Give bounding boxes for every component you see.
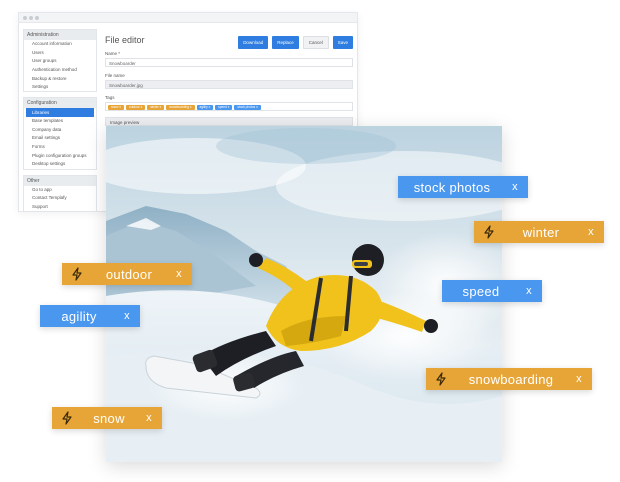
sidebar-item-user-groups[interactable]: User groups (24, 57, 96, 66)
sidebar-group-title: Configuration (24, 98, 96, 109)
sidebar-item-libraries[interactable]: Libraries (26, 108, 94, 118)
remove-tag-icon[interactable]: x (520, 285, 538, 297)
sidebar-item-email-settings[interactable]: Email settings (24, 134, 96, 143)
window-dot (29, 16, 33, 20)
sidebar-item-users[interactable]: Users (24, 49, 96, 58)
tags-label: Tags (105, 95, 115, 100)
window-titlebar (19, 13, 357, 23)
cancel-button[interactable]: Cancel (302, 36, 329, 49)
sidebar-group-administration: Administration Account information Users… (23, 29, 97, 93)
remove-tag-icon[interactable]: x (570, 373, 588, 385)
window-dot (23, 16, 27, 20)
remove-tag-icon[interactable]: x (582, 226, 600, 238)
sidebar-item-base-templates[interactable]: Base templates (24, 117, 96, 126)
tag-chip-outdoor[interactable]: outdoor x (125, 104, 146, 110)
sidebar-item-plugin-configuration-groups[interactable]: Plugin configuration groups (24, 151, 96, 160)
tag-snowboarding: snowboarding x (426, 368, 592, 390)
lightning-icon (56, 411, 78, 425)
tag-label: winter (522, 224, 560, 240)
tag-chip-agility[interactable]: agility x (196, 104, 214, 110)
tag-label: snowboarding (468, 371, 554, 387)
sidebar-item-forms[interactable]: Forms (24, 143, 96, 152)
tag-chip-winter[interactable]: winter x (147, 104, 165, 110)
tag-agility: agility x (40, 305, 140, 327)
sidebar-item-company-data[interactable]: Company data (24, 126, 96, 135)
sidebar-item-go-to-app[interactable]: Go to app (24, 186, 96, 195)
tag-chip-snowboarding[interactable]: snowboarding x (166, 104, 195, 110)
window-dot (35, 16, 39, 20)
sidebar-group-configuration: Configuration Libraries Base templates C… (23, 97, 97, 170)
sidebar-item-desktop-settings[interactable]: Desktop settings (24, 160, 96, 169)
sidebar-item-backup-restore[interactable]: Backup & restore (24, 74, 96, 83)
name-field[interactable]: Snowboarder (105, 58, 353, 67)
sidebar-item-settings[interactable]: Settings (24, 83, 96, 92)
lightning-icon (430, 372, 452, 386)
sidebar-group-title: Other (24, 175, 96, 186)
sidebar-item-contact-templafy[interactable]: Contact Templafy (24, 194, 96, 203)
image-preview-header: Image preview (105, 117, 353, 126)
lightning-icon (478, 225, 500, 239)
sidebar-item-account-information[interactable]: Account information (24, 40, 96, 49)
tag-chip-stock-photos[interactable]: stock photos x (234, 104, 261, 110)
sidebar-item-support[interactable]: Support (24, 203, 96, 212)
replace-button[interactable]: Replace (272, 36, 299, 49)
file-editor: File editor Download Replace Cancel Save… (105, 29, 353, 126)
editor-toolbar: Download Replace Cancel Save (238, 36, 353, 49)
tag-chip-snow[interactable]: snow x (108, 104, 124, 110)
tag-label: snow (93, 410, 125, 426)
tag-speed: speed x (442, 280, 542, 302)
tag-label: outdoor (105, 266, 153, 282)
stage: Administration Account information Users… (0, 0, 620, 482)
tag-label: agility (61, 308, 97, 324)
tag-winter: winter x (474, 221, 604, 243)
remove-tag-icon[interactable]: x (140, 412, 158, 424)
filename-field: Snowboarder.jpg (105, 80, 353, 89)
sidebar-item-authentication-method[interactable]: Authentication method (24, 66, 96, 75)
name-label: Name * (105, 51, 121, 56)
remove-tag-icon[interactable]: x (170, 268, 188, 280)
lightning-icon (66, 267, 88, 281)
download-button[interactable]: Download (238, 36, 269, 49)
remove-tag-icon[interactable]: x (506, 181, 524, 193)
tags-input[interactable]: snow x outdoor x winter x snowboarding x… (105, 102, 353, 111)
sidebar-group-title: Administration (24, 30, 96, 40)
save-button[interactable]: Save (332, 36, 353, 49)
sidebar-group-other: Other Go to app Contact Templafy Support (23, 174, 97, 213)
sidebar: Administration Account information Users… (23, 29, 97, 217)
tag-label: stock photos (413, 179, 491, 195)
tag-outdoor: outdoor x (62, 263, 192, 285)
tag-chip-speed[interactable]: speed x (215, 104, 233, 110)
tag-snow: snow x (52, 407, 162, 429)
tag-stock-photos: stock photos x (398, 176, 528, 198)
filename-label: File name (105, 73, 125, 78)
remove-tag-icon[interactable]: x (118, 310, 136, 322)
tag-label: speed (462, 283, 500, 299)
